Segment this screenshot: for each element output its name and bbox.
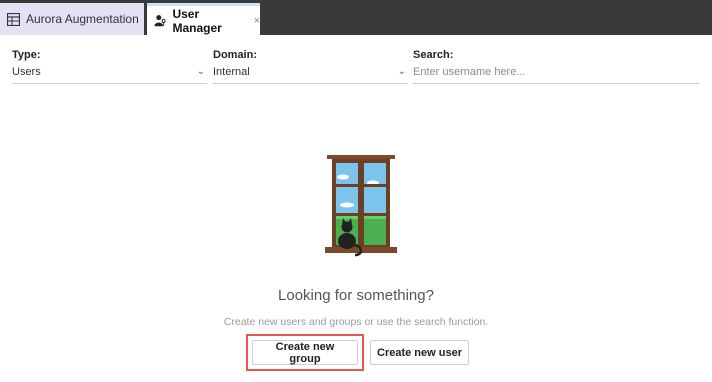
window-cat-illustration [325,155,397,257]
tab-user-manager[interactable]: User Manager × [147,3,260,35]
tab-label: Aurora Augmentation [26,12,139,26]
type-value: Users [12,66,41,78]
tab-aurora-augmentation[interactable]: Aurora Augmentation [0,3,144,35]
domain-select[interactable]: Internal ⌄ [213,66,408,84]
type-select[interactable]: Users ⌄ [12,66,207,84]
type-filter: Type: Users ⌄ [12,49,207,84]
search-input[interactable]: Enter username here... [413,66,699,84]
tab-label: User Manager [172,6,222,35]
search-placeholder: Enter username here... [413,66,526,78]
empty-state-heading: Looking for something? [278,287,434,304]
empty-state-subtext: Create new users and groups or use the s… [223,316,489,328]
chevron-down-icon: ⌄ [397,66,406,77]
table-icon [7,12,20,26]
type-label: Type: [12,49,41,61]
user-key-icon [154,15,166,27]
search-filter: Search: Enter username here... [413,49,699,84]
tab-bar: Aurora Augmentation User Manager × [0,0,712,35]
close-icon[interactable]: × [254,15,260,27]
domain-label: Domain: [213,49,257,61]
create-user-button[interactable]: Create new user [370,340,469,365]
search-label: Search: [413,49,454,61]
chevron-down-icon: ⌄ [196,66,205,77]
domain-filter: Domain: Internal ⌄ [213,49,408,84]
domain-value: Internal [213,66,250,78]
create-group-button[interactable]: Create new group [252,340,358,365]
filter-bar: Type: Users ⌄ Domain: Internal ⌄ Search:… [0,49,712,85]
